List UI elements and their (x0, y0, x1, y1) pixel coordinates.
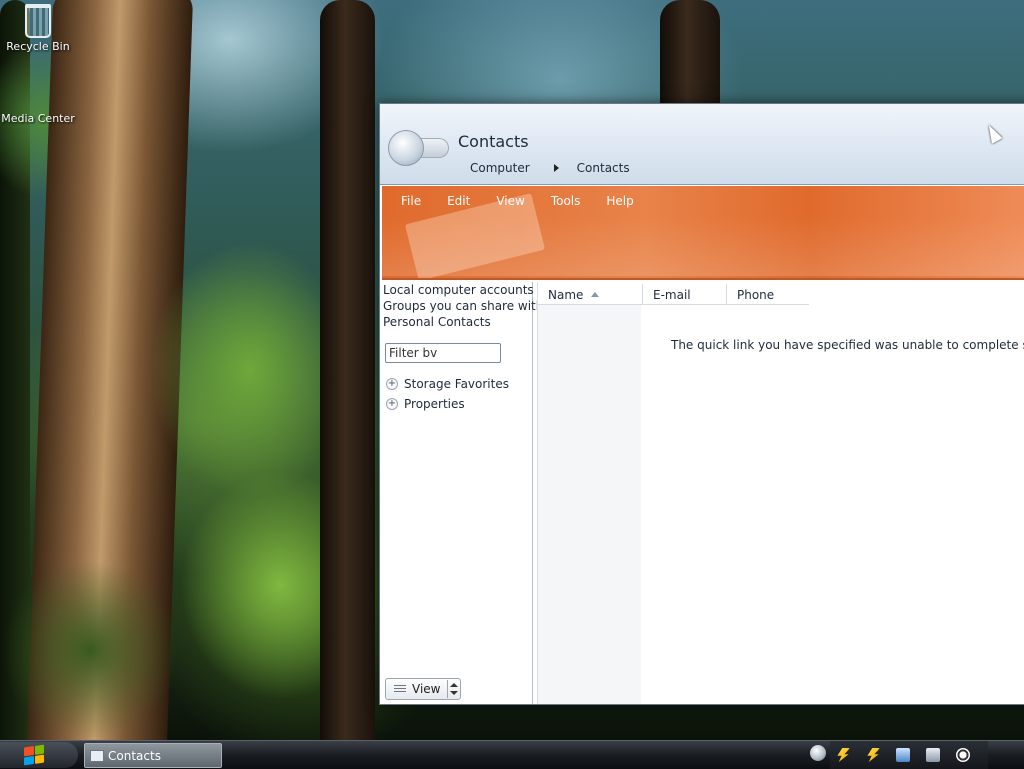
desktop-icon-label: Recycle Bin (6, 40, 70, 53)
nav-link-groups[interactable]: Groups you can share with (382, 298, 543, 314)
header-banner: File Edit View Tools Help (382, 186, 1024, 280)
menu-view[interactable]: View (483, 194, 537, 208)
column-header-phone[interactable]: Phone (727, 284, 809, 304)
desktop-icon-media-center[interactable]: Media Center (0, 80, 76, 125)
navigation-pane: Local computer accounts Groups you can s… (382, 282, 543, 704)
title-bar[interactable]: Contacts Computer Contacts (380, 104, 1024, 185)
contacts-list-pane: Name E-mail Phone The quick link you hav… (537, 282, 1024, 704)
show-desktop-icon[interactable] (810, 745, 826, 761)
breadcrumb-item-computer[interactable]: Computer (470, 161, 530, 175)
system-tray (830, 741, 988, 769)
view-button[interactable]: View (385, 678, 461, 700)
list-view-icon (394, 685, 406, 693)
view-spinner-icon[interactable] (447, 680, 460, 698)
breadcrumb-item-contacts[interactable]: Contacts (577, 161, 630, 175)
network-icon[interactable] (896, 748, 910, 762)
media-center-icon (23, 80, 53, 111)
taskbar-button-label: Contacts (108, 748, 161, 763)
sort-ascending-icon (591, 292, 600, 297)
breadcrumb: Computer Contacts (470, 161, 630, 175)
contacts-window-icon (90, 749, 104, 762)
tree-item-label: Storage Favorites (404, 377, 509, 391)
menu-file[interactable]: File (388, 194, 434, 208)
tree-item-properties[interactable]: + Properties (386, 394, 509, 414)
column-header-row: Name E-mail Phone (538, 284, 809, 305)
clock-icon[interactable] (956, 748, 970, 762)
view-button-label: View (412, 682, 441, 696)
menu-edit[interactable]: Edit (434, 194, 483, 208)
taskbar: Contacts (0, 740, 1024, 769)
banner-sheen (382, 216, 1024, 276)
menu-help[interactable]: Help (593, 194, 646, 208)
column-header-label: E-mail (653, 288, 691, 302)
error-message: The quick link you have specified was un… (671, 338, 1024, 352)
window-title: Contacts (458, 132, 529, 151)
expand-icon[interactable]: + (386, 378, 398, 390)
expand-icon[interactable]: + (386, 398, 398, 410)
sorted-column-shade (538, 305, 641, 704)
wallpaper-tree (660, 0, 720, 110)
taskbar-button-contacts[interactable]: Contacts (84, 743, 222, 768)
tree-item-label: Properties (404, 397, 465, 411)
column-header-label: Phone (737, 288, 775, 302)
chevron-right-icon[interactable] (553, 164, 559, 172)
column-header-label: Name (548, 288, 584, 302)
power-icon[interactable] (867, 748, 880, 762)
filter-input[interactable] (385, 343, 501, 363)
monitor-icon[interactable] (926, 748, 940, 762)
nav-link-personal-contacts[interactable]: Personal Contacts (382, 314, 532, 330)
desktop-icon-label: Media Center (1, 112, 75, 125)
menu-tools[interactable]: Tools (538, 194, 594, 208)
nav-link-local-accounts[interactable]: Local computer accounts (382, 282, 534, 298)
back-button[interactable] (388, 130, 424, 166)
menu-bar: File Edit View Tools Help (388, 194, 647, 208)
wallpaper-tree (320, 0, 375, 740)
wallpaper-foliage (0, 560, 180, 740)
windows-logo-icon (24, 744, 44, 766)
column-header-email[interactable]: E-mail (643, 284, 727, 304)
tree-item-storage-favorites[interactable]: + Storage Favorites (386, 374, 509, 394)
start-button[interactable] (0, 742, 78, 768)
power-icon[interactable] (837, 748, 850, 762)
recycle-bin-icon (25, 4, 51, 38)
column-header-name[interactable]: Name (538, 284, 643, 304)
desktop-icon-recycle-bin[interactable]: Recycle Bin (0, 4, 76, 53)
nav-tree: + Storage Favorites + Properties (386, 374, 509, 414)
contacts-window: Contacts Computer Contacts File Edit Vie… (379, 103, 1024, 705)
